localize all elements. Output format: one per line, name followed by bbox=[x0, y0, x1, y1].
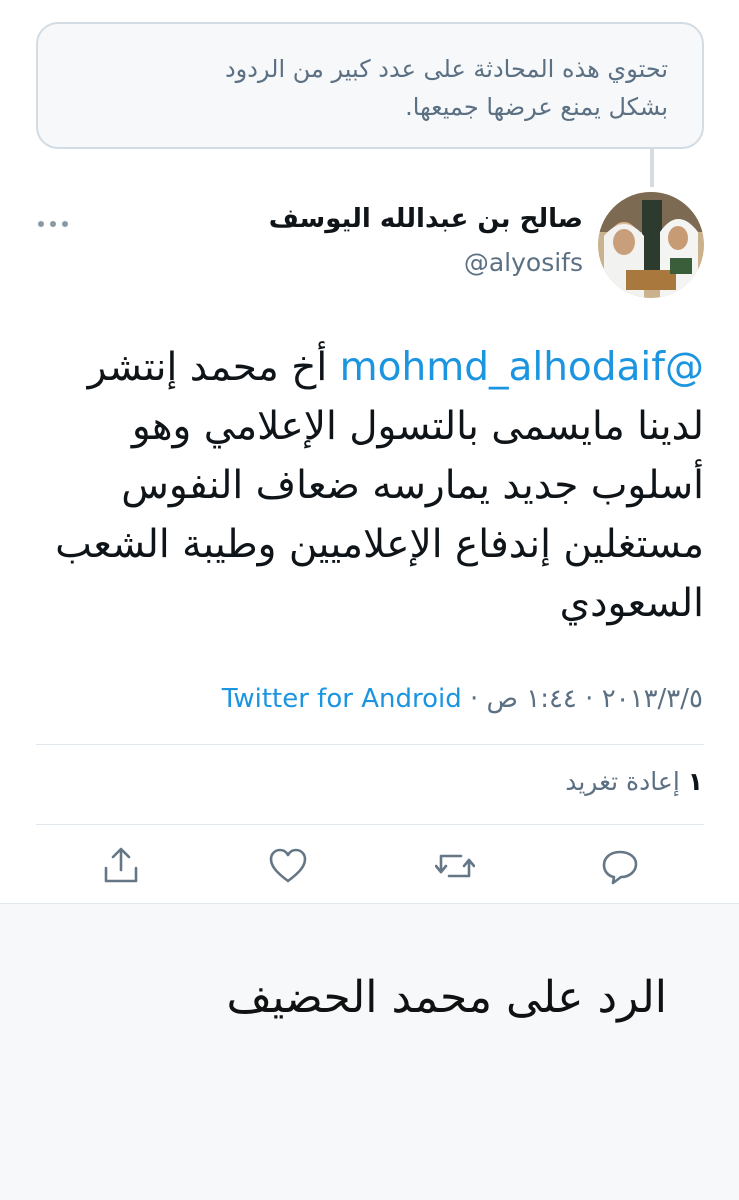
tweet-time: ١:٤٤ ص bbox=[486, 684, 577, 714]
meta-separator-2: · bbox=[461, 684, 487, 714]
tweet-text-line-5: السعودي bbox=[559, 581, 704, 626]
more-options-icon[interactable] bbox=[36, 214, 70, 234]
retweet-count-link[interactable]: ١ إعادة تغريد bbox=[565, 767, 703, 796]
tweet-text-line-1: @mohmd_alhodaif أخ محمد إنتشر bbox=[36, 338, 704, 397]
meta-separator-1: · bbox=[576, 684, 602, 714]
mention-link[interactable]: @mohmd_alhodaif bbox=[340, 345, 704, 390]
caption-text: الرد على محمد الحضيف bbox=[226, 972, 667, 1023]
reply-icon[interactable] bbox=[600, 846, 640, 886]
tweet-text-line-1-rest: أخ محمد إنتشر bbox=[87, 345, 340, 390]
avatar-photo-icon bbox=[598, 192, 704, 298]
user-handle[interactable]: @alyosifs bbox=[464, 248, 583, 277]
share-icon[interactable] bbox=[101, 846, 141, 886]
tweet-metadata: ٢٠١٣/٣/٥ · ١:٤٤ ص · Twitter for Android bbox=[222, 684, 703, 714]
retweet-count: ١ bbox=[687, 767, 703, 796]
notice-line-2: بشكل يمنع عرضها جميعها. bbox=[405, 93, 668, 121]
tweet-text-line-3: أسلوب جديد يمارسه ضعاف النفوس bbox=[121, 463, 704, 508]
tweet-text-line-2: لدينا مايسمى بالتسول الإعلامي وهو bbox=[131, 404, 704, 449]
notice-line-1: تحتوي هذه المحادثة على عدد كبير من الردو… bbox=[224, 55, 668, 83]
divider-bottom bbox=[36, 824, 704, 825]
like-icon[interactable] bbox=[268, 846, 308, 886]
thread-connector-line bbox=[650, 149, 654, 187]
tweet-screen: تحتوي هذه المحادثة على عدد كبير من الردو… bbox=[0, 0, 739, 1200]
display-name[interactable]: صالح بن عبدالله اليوسف bbox=[269, 204, 583, 234]
tweet-text: @mohmd_alhodaif أخ محمد إنتشر لدينا مايس… bbox=[36, 338, 704, 633]
bottom-panel bbox=[0, 903, 739, 1200]
retweet-label: إعادة تغريد bbox=[565, 767, 680, 796]
tweet-text-line-4: مستغلين إندفاع الإعلاميين وطيبة الشعب bbox=[55, 522, 704, 567]
retweet-icon[interactable] bbox=[435, 846, 475, 886]
avatar[interactable] bbox=[598, 192, 704, 298]
tweet-source-link[interactable]: Twitter for Android bbox=[222, 684, 462, 714]
divider-top bbox=[36, 744, 704, 745]
conversation-notice: تحتوي هذه المحادثة على عدد كبير من الردو… bbox=[36, 22, 704, 149]
tweet-date: ٢٠١٣/٣/٥ bbox=[601, 684, 703, 714]
